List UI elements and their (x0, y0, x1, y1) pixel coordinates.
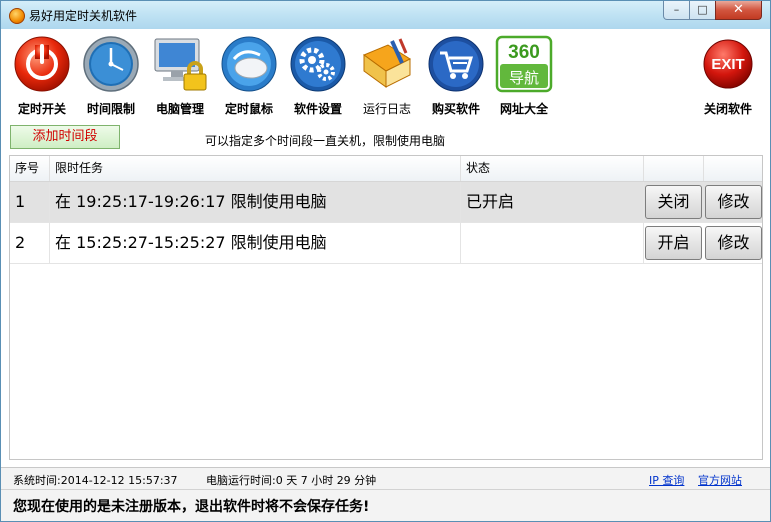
toolbar-item-label: 软件设置 (293, 102, 342, 116)
hint-text: 可以指定多个时间段一直关机，限制使用电脑 (205, 134, 446, 148)
toolbar-item-run-log[interactable]: 运行日志 (354, 33, 420, 117)
task-table: 序号 限时任务 状态 1 在 19:25:17-19:26:17 限制使用电脑 … (9, 155, 763, 460)
toolbar-item-timed-mouse[interactable]: 定时鼠标 (216, 33, 282, 117)
close-window-button[interactable]: ✕ (715, 1, 762, 20)
row-task: 在 15:25:27-15:25:27 限制使用电脑 (50, 223, 461, 263)
row-status: 已开启 (461, 182, 644, 222)
toolbar-item-label: 购买软件 (431, 102, 480, 116)
minimize-button[interactable]: – (663, 1, 690, 20)
unregistered-notice: 您现在使用的是未注册版本，退出软件时将不会保存任务! (13, 499, 370, 515)
app-window: 易好用定时关机软件 – □ ✕ 定时开关 时间限制 电脑管理 定时鼠标 软件设置… (0, 0, 771, 522)
toolbar-item-label: 定时开关 (17, 102, 66, 116)
toolbar-item-label: 关闭软件 (703, 102, 752, 116)
toolbar-item-label: 定时鼠标 (224, 102, 273, 116)
toolbar-item-settings[interactable]: 软件设置 (285, 33, 351, 117)
row-index: 2 (10, 223, 50, 263)
edit-task-button[interactable]: 修改 (705, 226, 762, 260)
exit-icon: EXIT (703, 39, 753, 89)
table-row[interactable]: 2 在 15:25:27-15:25:27 限制使用电脑 开启 修改 (10, 223, 762, 264)
cart-icon (428, 36, 484, 92)
status-bar: 系统时间:2014-12-12 15:57:37 电脑运行时间:0 天 7 小时… (1, 467, 770, 490)
toolbar-item-label: 网址大全 (499, 102, 548, 116)
edit-task-button[interactable]: 修改 (705, 185, 762, 219)
toolbar-item-label: 运行日志 (362, 102, 411, 116)
toolbar-item-time-limit[interactable]: 时间限制 (78, 33, 144, 117)
column-header-blank (644, 156, 704, 181)
toolbar-item-url-nav[interactable]: 360 导航 网址大全 (491, 33, 557, 117)
mouse-icon (221, 36, 277, 92)
action-bar: 添加时间段 可以指定多个时间段一直关机，限制使用电脑 (1, 120, 770, 154)
add-time-period-button[interactable]: 添加时间段 (10, 125, 120, 149)
monitor-lock-icon (154, 38, 207, 91)
svg-text:360: 360 (508, 42, 540, 63)
clock-icon (83, 36, 139, 92)
table-header: 序号 限时任务 状态 (10, 156, 762, 182)
window-title: 易好用定时关机软件 (29, 9, 138, 23)
column-header-index: 序号 (10, 156, 50, 181)
nav-360-icon: 360 导航 (495, 35, 553, 93)
svg-text:导航: 导航 (509, 69, 539, 87)
column-header-task: 限时任务 (50, 156, 461, 181)
minimize-icon: – (673, 3, 680, 16)
toggle-task-button[interactable]: 开启 (645, 226, 702, 260)
maximize-button[interactable]: □ (689, 1, 716, 20)
row-index: 1 (10, 182, 50, 222)
toolbar-item-pc-manage[interactable]: 电脑管理 (147, 33, 213, 117)
notice-bar: 您现在使用的是未注册版本，退出软件时将不会保存任务! (1, 489, 770, 521)
toolbar-item-buy[interactable]: 购买软件 (423, 33, 489, 117)
toolbar-item-timed-switch[interactable]: 定时开关 (9, 33, 75, 117)
ip-query-link[interactable]: IP 查询 (649, 472, 684, 488)
gears-icon (290, 36, 346, 92)
row-task: 在 19:25:17-19:26:17 限制使用电脑 (50, 182, 461, 222)
close-icon: ✕ (733, 2, 744, 17)
toolbar: 定时开关 时间限制 电脑管理 定时鼠标 软件设置 运行日志 购买软件 360 导… (1, 29, 770, 119)
toolbar-item-label: 电脑管理 (155, 102, 204, 116)
row-status (461, 223, 644, 263)
app-icon (9, 8, 25, 24)
toolbar-item-label: 时间限制 (86, 102, 135, 116)
toggle-task-button[interactable]: 关闭 (645, 185, 702, 219)
uptime: 电脑运行时间:0 天 7 小时 29 分钟 (206, 474, 377, 487)
official-site-link[interactable]: 官方网站 (698, 472, 742, 488)
table-row[interactable]: 1 在 19:25:17-19:26:17 限制使用电脑 已开启 关闭 修改 (10, 182, 762, 223)
power-icon (14, 36, 70, 92)
system-time: 系统时间:2014-12-12 15:57:37 (13, 474, 178, 487)
title-bar[interactable]: 易好用定时关机软件 – □ ✕ (1, 1, 770, 29)
toolbar-item-exit[interactable]: EXIT 关闭软件 (695, 33, 761, 117)
svg-text:EXIT: EXIT (711, 56, 744, 73)
column-header-status: 状态 (461, 156, 644, 181)
log-book-icon (362, 38, 412, 88)
maximize-icon: □ (697, 3, 708, 16)
